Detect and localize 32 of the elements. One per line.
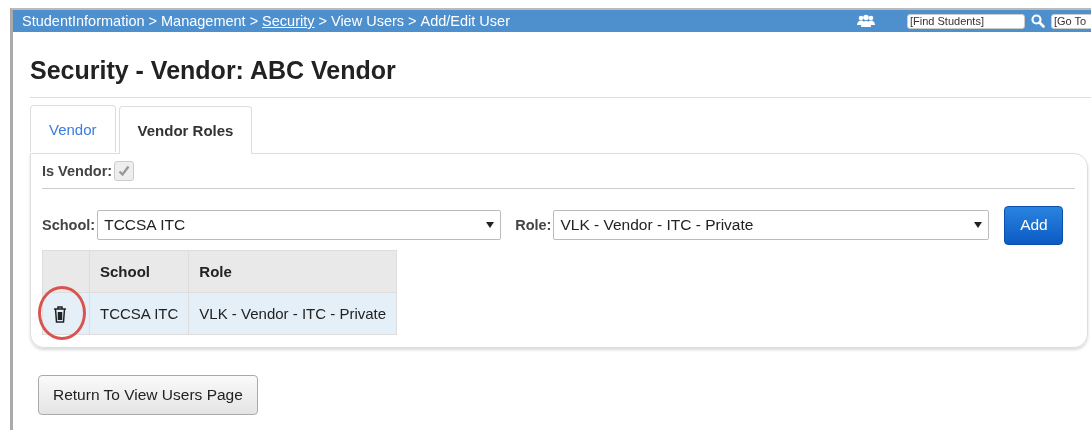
go-to-field[interactable]: [Go To — [1051, 13, 1091, 29]
school-dropdown[interactable]: TCCSA ITC — [97, 210, 502, 240]
breadcrumb-separator: > — [408, 13, 417, 29]
field-label: Is Vendor: — [42, 163, 113, 179]
search-field[interactable]: [Find Students] — [907, 13, 1025, 29]
page-title: Security - Vendor: ABC Vendor — [30, 56, 397, 86]
role-dropdown[interactable]: VLK - Vendor - ITC - Private — [553, 210, 990, 240]
breadcrumb-separator: > — [249, 13, 259, 29]
breadcrumb-item[interactable]: Management — [161, 13, 246, 29]
breadcrumb-separator: > — [148, 13, 157, 29]
caret-icon — [974, 222, 983, 228]
add-button[interactable]: Add — [1004, 205, 1064, 245]
checkmark-icon — [117, 164, 132, 178]
field-label: Role: — [515, 217, 552, 233]
search-icon[interactable] — [1031, 14, 1045, 28]
caret-icon — [486, 222, 495, 228]
table-cell: TCCSA ITC — [89, 292, 189, 335]
people-icon[interactable] — [857, 14, 875, 28]
tab[interactable]: Vendor — [30, 105, 116, 152]
column-header: School — [89, 250, 189, 293]
breadcrumb-item[interactable]: Add/Edit User — [420, 13, 510, 29]
field-label: School: — [42, 217, 96, 233]
return-button[interactable]: Return To View Users Page — [38, 375, 258, 415]
trash-icon[interactable] — [53, 304, 67, 323]
table-cell: VLK - Vendor - ITC - Private — [188, 292, 397, 335]
highlight-circle — [38, 286, 86, 340]
breadcrumb-item[interactable]: View Users — [330, 13, 405, 29]
column-header: Role — [188, 250, 397, 293]
tab[interactable]: Vendor Roles — [118, 106, 253, 154]
breadcrumb-link[interactable]: Security — [262, 13, 315, 29]
breadcrumb-item[interactable]: StudentInformation — [22, 13, 145, 29]
breadcrumb-separator: > — [318, 13, 327, 29]
